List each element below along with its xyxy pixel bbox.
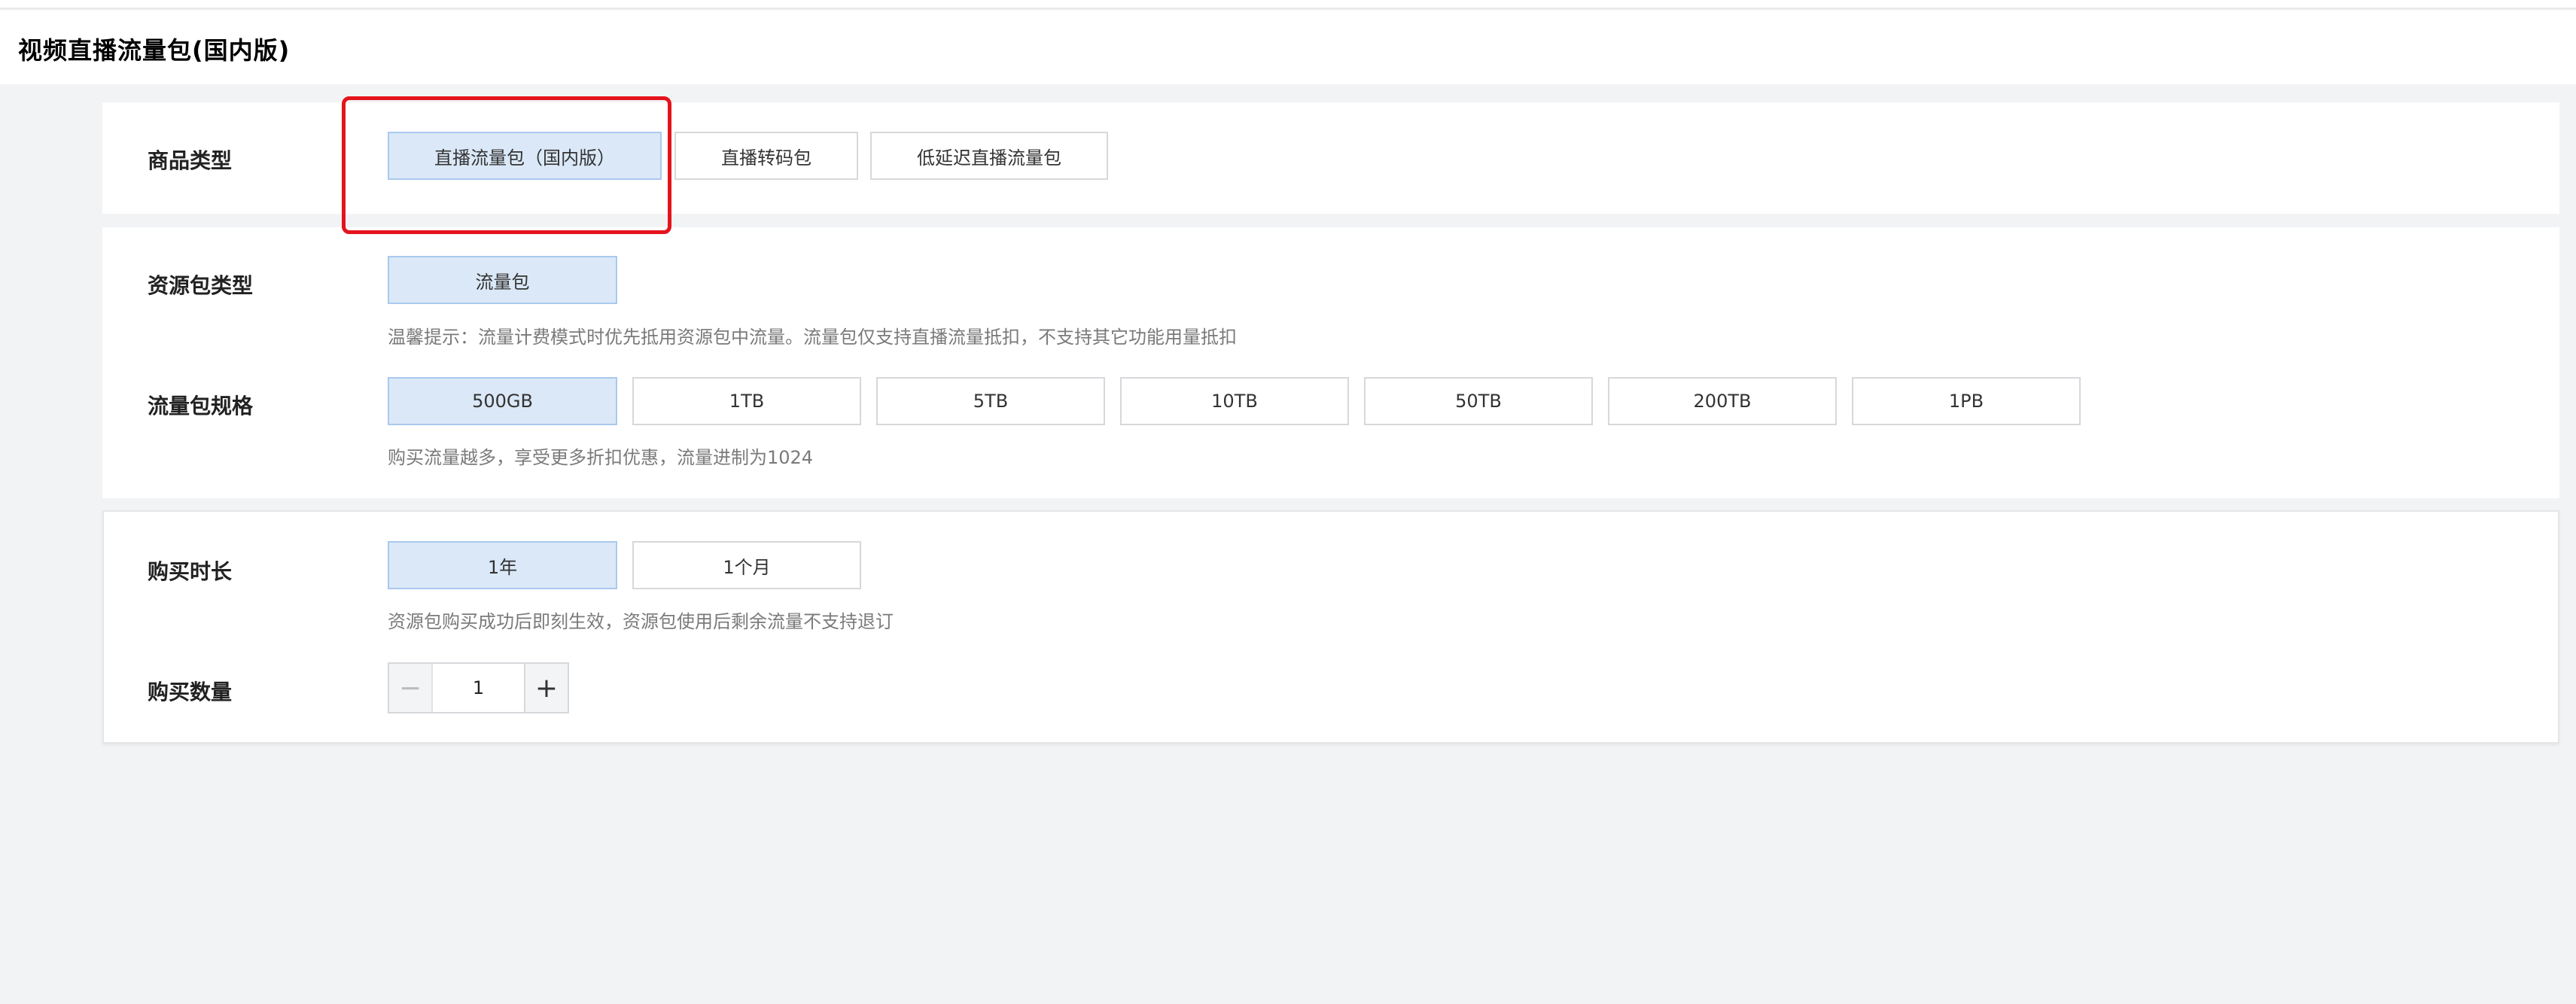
top-strip <box>0 0 2576 9</box>
duration-label: 购买时长 <box>148 559 233 584</box>
option-traffic-package[interactable]: 流量包 <box>388 256 617 304</box>
spec-label: 流量包规格 <box>148 394 254 418</box>
product-type-label: 商品类型 <box>148 148 233 173</box>
quantity-label: 购买数量 <box>148 680 233 704</box>
option-spec-10tb[interactable]: 10TB <box>1120 377 1349 425</box>
option-live-transcode[interactable]: 直播转码包 <box>674 132 858 180</box>
package-type-tip: 温馨提示：流量计费模式时优先抵用资源包中流量。流量包仅支持直播流量抵扣，不支持其… <box>388 327 1237 348</box>
option-spec-200tb[interactable]: 200TB <box>1608 377 1837 425</box>
option-duration-1-year[interactable]: 1年 <box>388 541 617 589</box>
spec-tip: 购买流量越多，享受更多折扣优惠，流量进制为1024 <box>388 447 814 468</box>
option-spec-5tb[interactable]: 5TB <box>876 377 1105 425</box>
quantity-stepper: − 1 + <box>388 662 569 713</box>
quantity-input[interactable]: 1 <box>433 664 524 712</box>
option-duration-1-month[interactable]: 1个月 <box>632 541 861 589</box>
option-spec-1pb[interactable]: 1PB <box>1852 377 2081 425</box>
page-title: 视频直播流量包(国内版) <box>18 36 291 65</box>
option-spec-1tb[interactable]: 1TB <box>632 377 861 425</box>
option-spec-500gb[interactable]: 500GB <box>388 377 617 425</box>
duration-tip: 资源包购买成功后即刻生效，资源包使用后剩余流量不支持退订 <box>388 611 894 632</box>
option-live-traffic-domestic[interactable]: 直播流量包（国内版） <box>388 132 662 180</box>
quantity-decrease-button[interactable]: − <box>389 664 433 712</box>
package-type-label: 资源包类型 <box>148 273 254 298</box>
option-spec-50tb[interactable]: 50TB <box>1364 377 1593 425</box>
quantity-increase-button[interactable]: + <box>524 664 568 712</box>
option-low-latency-traffic[interactable]: 低延迟直播流量包 <box>870 132 1108 180</box>
page-header: 视频直播流量包(国内版) <box>0 11 2576 84</box>
